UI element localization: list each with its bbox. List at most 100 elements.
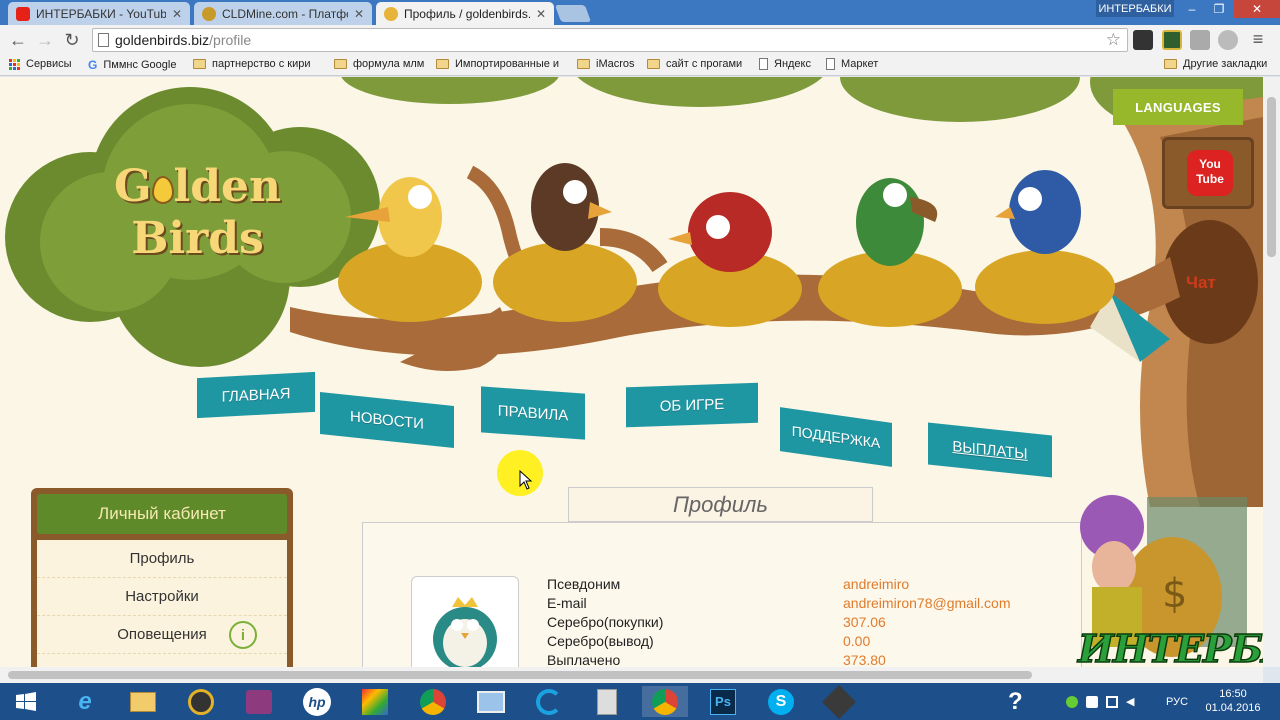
tab-close-icon[interactable]: ✕ <box>354 7 364 21</box>
folder-icon <box>1164 59 1177 69</box>
chrome-icon[interactable] <box>410 686 456 717</box>
bookmark-label: Яндекс <box>774 58 811 70</box>
tab-close-icon[interactable]: ✕ <box>172 7 182 21</box>
folder-icon <box>334 59 347 69</box>
sidebar-item-notifications[interactable]: Оповещения i <box>37 616 287 654</box>
media-player-icon[interactable] <box>178 686 224 717</box>
other-bookmarks[interactable]: Другие закладки <box>1164 58 1267 70</box>
file-explorer-icon[interactable] <box>120 686 166 717</box>
photoshop-icon[interactable]: Ps <box>700 686 746 717</box>
extension-icon[interactable] <box>1162 30 1182 50</box>
bookmark-apps[interactable]: Сервисы <box>9 58 72 70</box>
calculator-icon[interactable] <box>584 686 630 717</box>
mouse-pointer-icon <box>519 470 533 490</box>
youtube-favicon-icon <box>16 6 30 21</box>
extension-icon[interactable] <box>1190 30 1210 50</box>
profile-badge[interactable]: ИНТЕРБАБКИ <box>1096 0 1174 17</box>
page-icon <box>759 58 768 70</box>
horizontal-scrollbar[interactable] <box>0 667 1263 683</box>
sidebar-item-settings[interactable]: Настройки <box>37 578 287 616</box>
forward-arrow-icon[interactable]: → <box>34 29 56 51</box>
skype-extension-icon[interactable] <box>1218 30 1238 50</box>
network-icon[interactable] <box>1106 695 1118 708</box>
windows-taskbar: e hp Ps S ? ◀ РУС 16:50 01.04.2016 <box>0 683 1280 720</box>
panel-title: Личный кабинет <box>37 494 287 534</box>
scrollbar-thumb[interactable] <box>8 671 1032 679</box>
ccleaner-icon[interactable] <box>526 686 572 717</box>
languages-button[interactable]: LANGUAGES <box>1113 89 1243 125</box>
new-tab-button[interactable] <box>554 5 592 22</box>
chat-link[interactable]: Чат <box>1186 273 1216 293</box>
bookmark-page[interactable]: Яндекс <box>759 58 811 70</box>
hp-icon[interactable]: hp <box>294 686 340 717</box>
golden-birds-logo[interactable]: Glden Birds <box>110 161 285 265</box>
system-tray[interactable]: ◀ <box>1066 683 1134 720</box>
close-window-icon[interactable]: ✕ <box>1234 0 1280 18</box>
bookmark-label: партнерство с кири <box>212 58 311 70</box>
internet-explorer-icon[interactable]: e <box>62 686 108 717</box>
help-icon[interactable]: ? <box>1008 683 1023 720</box>
bookmark-star-icon[interactable]: ☆ <box>1106 30 1121 50</box>
nav-about[interactable]: ОБ ИГРЕ <box>626 382 758 428</box>
address-bar[interactable]: goldenbirds.biz/profile ☆ <box>92 28 1128 52</box>
youtube-label-bottom: Tube <box>1196 172 1224 186</box>
restore-icon[interactable]: ❐ <box>1205 0 1233 18</box>
google-icon: G <box>88 58 98 72</box>
egg-icon <box>151 175 174 204</box>
minimize-icon[interactable]: ‒ <box>1178 0 1206 18</box>
tab-goldenbirds[interactable]: Профиль / goldenbirds.b ✕ <box>376 2 554 25</box>
youtube-label-top: You <box>1199 157 1221 171</box>
bookmark-google[interactable]: G Пммнс Google <box>88 58 176 72</box>
app-icon[interactable] <box>816 684 862 719</box>
bookmark-label: Маркет <box>841 58 879 70</box>
vertical-scrollbar[interactable] <box>1263 77 1280 667</box>
speaker-icon[interactable]: ◀ <box>1126 695 1134 708</box>
windows-start-icon[interactable] <box>4 686 48 717</box>
page-icon <box>826 58 835 70</box>
tab-close-icon[interactable]: ✕ <box>536 7 546 21</box>
monitor-app-icon[interactable] <box>468 686 514 717</box>
nav-label: ВЫПЛАТЫ <box>952 437 1028 463</box>
extension-icon[interactable] <box>1133 30 1153 50</box>
paint-app-icon[interactable] <box>352 686 398 717</box>
field-value-paid-out: 373.80 <box>843 652 886 667</box>
profile-card: Псевдоним andreimiro E-mail andreimiron7… <box>362 522 1082 667</box>
bookmark-folder[interactable]: Импортированные и <box>436 58 559 70</box>
bookmark-folder[interactable]: сайт с прогами <box>647 58 742 70</box>
info-icon[interactable]: i <box>229 621 257 649</box>
nav-rules[interactable]: ПРАВИЛА <box>481 386 585 440</box>
bookmark-label: формула млм <box>353 58 425 70</box>
menu-icon[interactable]: ≡ <box>1248 30 1268 50</box>
url-path: /profile <box>209 32 252 48</box>
app-icon[interactable] <box>236 686 282 717</box>
youtube-icon: You Tube <box>1187 150 1233 196</box>
reload-icon[interactable]: ↻ <box>61 29 83 51</box>
bookmark-folder[interactable]: iMacros <box>577 58 635 70</box>
nav-label: НОВОСТИ <box>350 407 424 433</box>
tray-icon[interactable] <box>1066 695 1078 708</box>
chrome-active-icon[interactable] <box>642 686 688 717</box>
system-clock[interactable]: 16:50 01.04.2016 <box>1198 687 1268 715</box>
other-bookmarks-label: Другие закладки <box>1183 58 1268 70</box>
nav-home[interactable]: ГЛАВНАЯ <box>197 371 315 419</box>
logo-letter-g: G <box>113 161 152 212</box>
youtube-sign[interactable]: You Tube <box>1162 137 1254 209</box>
tab-youtube[interactable]: ИНТЕРБАБКИ - YouTube ✕ <box>8 2 190 25</box>
bookmark-folder[interactable]: формула млм <box>334 58 424 70</box>
sidebar-item-profile[interactable]: Профиль <box>37 540 287 578</box>
bookmark-label: сайт с прогами <box>666 58 743 70</box>
tab-strip: ИНТЕРБАБКИ - YouTube ✕ CLDMine.com - Пла… <box>0 0 1280 25</box>
tab-title: ИНТЕРБАБКИ - YouTube <box>36 6 166 21</box>
field-value-silver-withdraw: 0.00 <box>843 633 871 649</box>
scrollbar-thumb[interactable] <box>1267 97 1276 257</box>
nav-label: ОБ ИГРЕ <box>659 395 725 415</box>
back-arrow-icon[interactable]: ← <box>7 29 29 51</box>
field-value-nickname: andreimiro <box>843 576 910 592</box>
bookmark-page[interactable]: Маркет <box>826 58 878 70</box>
tray-icon[interactable] <box>1086 695 1098 708</box>
tab-cldmine[interactable]: CLDMine.com - Платфор ✕ <box>194 2 372 25</box>
skype-icon[interactable]: S <box>758 686 804 717</box>
nav-label: ПРАВИЛА <box>497 402 569 424</box>
input-language[interactable]: РУС <box>1166 683 1188 720</box>
bookmark-folder[interactable]: партнерство с кири <box>193 58 311 70</box>
